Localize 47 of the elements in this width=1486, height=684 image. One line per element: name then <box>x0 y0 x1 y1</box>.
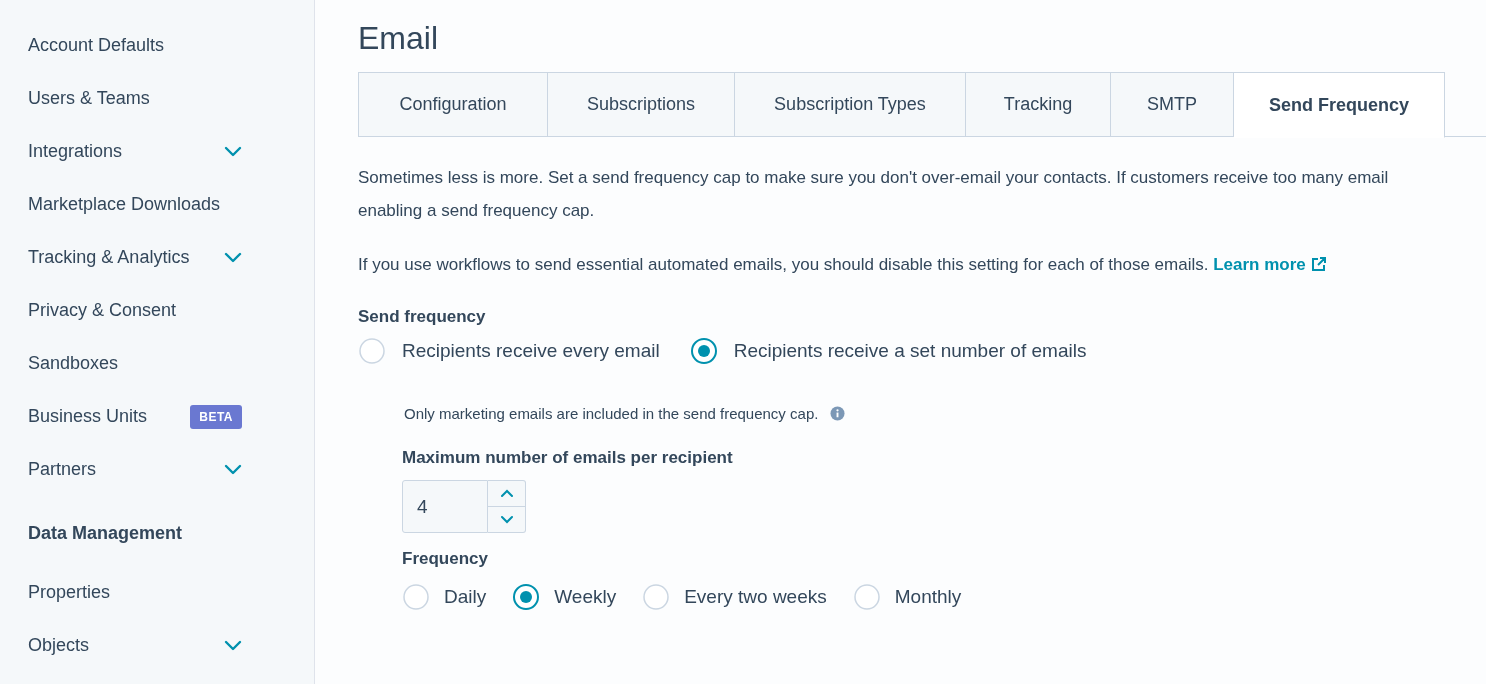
sidebar-item[interactable]: Objects <box>28 635 90 656</box>
tab[interactable]: Configuration <box>358 72 548 137</box>
intro-text: Sometimes less is more. Set a send frequency cap to make sure you don't over-email your contacts. If customers receive too many email <box>358 167 1390 189</box>
sidebar-item[interactable]: Partners <box>28 459 97 480</box>
external-link-icon <box>1310 256 1327 272</box>
sidebar-item[interactable]: Business Units <box>28 406 148 427</box>
section-heading: Data Management <box>28 522 183 544</box>
field-label: Frequency <box>402 549 489 569</box>
chevron-down-icon <box>499 515 514 524</box>
tab[interactable]: SMTP <box>1111 72 1234 137</box>
sidebar-item[interactable]: Marketplace Downloads <box>28 194 221 215</box>
learn-more-link[interactable]: Learn more <box>1213 255 1327 274</box>
beta-badge: BETA <box>190 404 242 429</box>
radio-label[interactable]: Weekly <box>554 586 617 608</box>
radio-label[interactable]: Monthly <box>894 586 962 608</box>
field-label: Maximum number of emails per recipient <box>402 448 734 468</box>
tab[interactable]: Tracking <box>966 72 1111 137</box>
sidebar-item[interactable]: Integrations <box>28 141 123 162</box>
info-icon[interactable] <box>830 406 846 421</box>
radio-label[interactable]: Recipients receive every email <box>402 340 660 362</box>
chevron-up-icon <box>499 489 514 498</box>
chevron-down-icon[interactable] <box>224 639 242 652</box>
sidebar-item[interactable]: Users & Teams <box>28 88 150 109</box>
tab[interactable]: Subscriptions <box>548 72 735 137</box>
chevron-down-icon[interactable] <box>224 463 242 476</box>
sidebar-item[interactable]: Account Defaults <box>28 35 165 56</box>
intro-text: enabling a send frequency cap. <box>358 200 596 222</box>
radio-label[interactable]: Every two weeks <box>684 586 827 608</box>
field-label: Send frequency <box>358 307 487 327</box>
radio-label[interactable]: Daily <box>444 586 487 608</box>
chevron-down-icon[interactable] <box>224 145 242 158</box>
radio-label[interactable]: Recipients receive a set number of emails <box>733 340 1087 362</box>
sidebar-item[interactable]: Sandboxes <box>28 353 119 374</box>
number-input[interactable]: 4 <box>402 480 488 533</box>
chevron-down-icon[interactable] <box>224 251 242 264</box>
radio-button[interactable] <box>689 337 718 365</box>
page-title: Email <box>358 19 439 58</box>
sidebar-item[interactable]: Tracking & Analytics <box>28 247 190 268</box>
radio-button[interactable] <box>852 583 881 611</box>
radio-button[interactable] <box>512 583 541 611</box>
radio-button[interactable] <box>642 583 671 611</box>
sidebar-item[interactable]: Privacy & Consent <box>28 300 177 321</box>
sidebar-item[interactable]: Properties <box>28 582 111 603</box>
help-text: Only marketing emails are included in the send frequency cap. <box>404 405 819 422</box>
workflow-note: If you use workflows to send essential automated emails, you should disable this setting for each of those emails. Learn more <box>358 248 1486 281</box>
tab[interactable]: Send Frequency <box>1234 72 1445 138</box>
tab[interactable]: Subscription Types <box>735 72 966 137</box>
